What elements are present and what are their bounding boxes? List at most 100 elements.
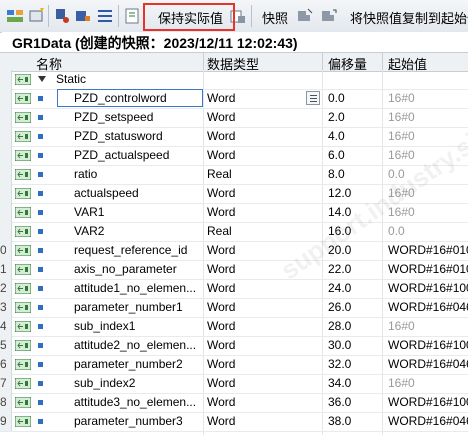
data-type[interactable]: Real	[207, 224, 232, 238]
data-type[interactable]: Word	[207, 300, 235, 314]
table-row[interactable]: 7 sub_index2 Word 34.0 16#0	[0, 374, 468, 394]
copy-values-icon[interactable]	[320, 7, 338, 25]
io-icon	[15, 397, 31, 408]
start-value[interactable]: WORD#16#046	[388, 414, 468, 428]
data-type[interactable]: Word	[207, 148, 235, 162]
start-value[interactable]: WORD#16#010	[388, 262, 468, 276]
keep-actual-values-icon[interactable]	[124, 7, 142, 25]
start-value[interactable]: 16#0	[388, 129, 415, 143]
start-value[interactable]: WORD#16#100	[388, 338, 468, 352]
row-number: 8	[0, 395, 6, 409]
load-snapshot-icon[interactable]	[296, 7, 314, 25]
start-value[interactable]: WORD#16#010	[388, 243, 468, 257]
table-row[interactable]: 4 sub_index1 Word 28.0 16#0	[0, 317, 468, 337]
table-row[interactable]: VAR2 Real 16.0 0.0	[0, 222, 468, 242]
data-type[interactable]: Word	[207, 414, 235, 428]
variable-name[interactable]: sub_index2	[74, 376, 135, 390]
start-value[interactable]: 16#0	[388, 148, 415, 162]
table-row[interactable]: 3 parameter_number1 Word 26.0 WORD#16#046	[0, 298, 468, 318]
variable-name[interactable]: parameter_number3	[74, 414, 183, 428]
start-value[interactable]: 0.0	[388, 224, 405, 238]
list-view-icon[interactable]	[96, 7, 114, 25]
offset-value: 34.0	[328, 376, 352, 390]
row-number-cell	[0, 89, 12, 108]
data-type[interactable]: Word	[207, 110, 235, 124]
variable-name[interactable]: ratio	[74, 167, 97, 181]
row-number-cell	[0, 184, 12, 203]
io-icon	[15, 150, 31, 161]
table-row[interactable]: PZD_statusword Word 4.0 16#0	[0, 127, 468, 147]
start-value[interactable]: 16#0	[388, 376, 415, 390]
data-type[interactable]: Word	[207, 376, 235, 390]
row-number: 0	[0, 243, 6, 257]
bullet-icon	[38, 362, 43, 367]
data-type[interactable]: Word	[207, 357, 235, 371]
highlight-box	[143, 3, 235, 31]
copy-snapshot-to-start-button[interactable]: 将快照值复制到起始值	[350, 8, 468, 27]
table-header: 名称 数据类型 偏移量 起始值	[0, 52, 468, 72]
io-icon	[15, 302, 31, 313]
io-icon	[15, 169, 31, 180]
variable-name[interactable]: attitude3_no_elemen...	[74, 395, 196, 409]
type-picker-icon[interactable]	[306, 91, 320, 105]
start-value[interactable]: WORD#16#046	[388, 300, 468, 314]
start-value[interactable]: WORD#16#046	[388, 357, 468, 371]
table-row[interactable]: 1 axis_no_parameter Word 22.0 WORD#16#010	[0, 260, 468, 280]
variable-name[interactable]: parameter_number1	[74, 300, 183, 314]
bullet-icon	[38, 381, 43, 386]
static-label: Static	[56, 72, 87, 86]
table-row[interactable]: PZD_actualspeed Word 6.0 16#0	[0, 146, 468, 166]
variable-name[interactable]: PZD_statusword	[74, 129, 163, 143]
variable-name[interactable]: request_reference_id	[74, 243, 187, 257]
table-row[interactable]: 2 attitude1_no_elemen... Word 24.0 WORD#16#1…	[0, 279, 468, 299]
variable-name[interactable]: PZD_setspeed	[74, 110, 153, 124]
snapshot-button[interactable]: 快照	[262, 8, 288, 27]
variable-name[interactable]: VAR2	[74, 224, 104, 238]
data-type[interactable]: Word	[207, 319, 235, 333]
expand-all-icon[interactable]	[6, 7, 24, 25]
io-icon	[15, 416, 31, 427]
data-type[interactable]: Word	[207, 186, 235, 200]
start-value[interactable]: WORD#16#100	[388, 281, 468, 295]
data-type[interactable]: Word	[207, 243, 235, 257]
start-value[interactable]: 16#0	[388, 91, 415, 105]
data-type[interactable]: Word	[207, 205, 235, 219]
variable-name[interactable]: axis_no_parameter	[74, 262, 177, 276]
table-row[interactable]: 9 parameter_number3 Word 38.0 WORD#16#046	[0, 412, 468, 432]
variable-name[interactable]: attitude2_no_elemen...	[74, 338, 196, 352]
add-row-icon[interactable]	[28, 7, 46, 25]
data-type[interactable]: Word	[207, 262, 235, 276]
table-row[interactable]: 0 request_reference_id Word 20.0 WORD#16#010	[0, 241, 468, 261]
variable-name[interactable]: sub_index1	[74, 319, 135, 333]
data-type[interactable]: Word	[207, 129, 235, 143]
offset-value: 30.0	[328, 338, 352, 352]
data-type[interactable]: Real	[207, 167, 232, 181]
variable-name[interactable]: attitude1_no_elemen...	[74, 281, 196, 295]
static-section-row[interactable]: Static	[0, 70, 468, 90]
variable-name[interactable]: PZD_controlword	[74, 91, 167, 105]
table-row[interactable]: 8 attitude3_no_elemen... Word 36.0 WORD#16#1…	[0, 393, 468, 413]
offset-value: 6.0	[328, 148, 345, 162]
data-type[interactable]: Word	[207, 281, 235, 295]
table-row[interactable]: 5 attitude2_no_elemen... Word 30.0 WORD#16#1…	[0, 336, 468, 356]
variable-name[interactable]: PZD_actualspeed	[74, 148, 169, 162]
monitor-icon[interactable]	[53, 7, 71, 25]
variable-name[interactable]: VAR1	[74, 205, 104, 219]
start-value[interactable]: 16#0	[388, 110, 415, 124]
data-type[interactable]: Word	[207, 395, 235, 409]
row-number: 7	[0, 376, 6, 390]
start-value[interactable]: 16#0	[388, 319, 415, 333]
collapse-arrow-icon[interactable]	[38, 76, 46, 82]
variable-name[interactable]: actualspeed	[74, 186, 139, 200]
row-number: 9	[0, 414, 6, 428]
table-row[interactable]: 6 parameter_number2 Word 32.0 WORD#16#046	[0, 355, 468, 375]
reset-values-icon[interactable]	[74, 7, 92, 25]
row-number-cell	[0, 165, 12, 184]
table-row[interactable]: PZD_setspeed Word 2.0 16#0	[0, 108, 468, 128]
start-value[interactable]: WORD#16#100	[388, 395, 468, 409]
bullet-icon	[38, 400, 43, 405]
data-type[interactable]: Word	[207, 338, 235, 352]
table-row[interactable]: PZD_controlword Word 0.0 16#0	[0, 89, 468, 109]
data-type[interactable]: Word	[207, 91, 235, 105]
variable-name[interactable]: parameter_number2	[74, 357, 183, 371]
